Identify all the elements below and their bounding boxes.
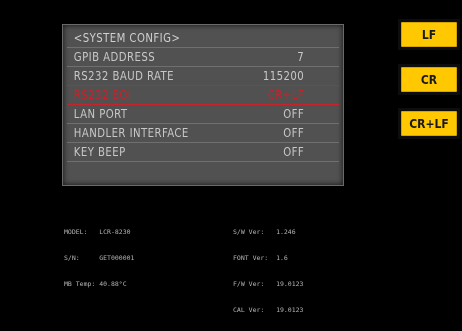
menu-row-label: GPIB ADDRESS [73,49,156,64]
serial-label: S/N: [64,253,80,262]
menu-row-label: RS232 BAUD RATE [73,68,175,83]
softkey-lf-button[interactable]: LF [401,22,457,47]
menu-row-lan-port[interactable]: LAN PORT OFF [63,105,315,122]
model-label: MODEL: [64,228,88,237]
menu-row-value: OFF [283,106,305,121]
menu-row-gpib-address[interactable]: GPIB ADDRESS 7 [63,48,315,65]
menu-row-value: 7 [297,49,305,64]
device-info-left: MODEL: LCR-8230 S/N: GET000001 MB Temp: … [64,211,134,306]
menu-row-label: LAN PORT [73,106,128,121]
menu-title: <SYSTEM CONFIG> [63,29,315,46]
sw-ver-value: 1.246 [276,228,296,237]
mb-temp-value: 40.88°C [99,279,127,288]
mb-temp-line: MB Temp: 40.88°C [64,280,134,289]
font-ver-value: 1.6 [276,253,288,262]
softkey-cr-button[interactable]: CR [401,67,457,92]
menu-row-key-beep[interactable]: KEY BEEP OFF [63,143,315,160]
cal-ver-label: CAL Ver: [233,305,265,314]
sw-ver-label: S/W Ver: [233,228,265,237]
menu-row-handler-interface[interactable]: HANDLER INTERFACE OFF [63,124,315,141]
serial-line: S/N: GET000001 [64,254,134,263]
menu-row-rs232-baud-rate[interactable]: RS232 BAUD RATE 115200 [63,67,315,84]
menu-row-rs232-eoi[interactable]: RS232 EOI CR+LF [63,86,315,103]
font-ver-label: FONT Ver: [233,253,269,262]
cal-ver-value: 19.0123 [276,305,304,314]
system-config-panel: <SYSTEM CONFIG> GPIB ADDRESS 7 RS232 BAU… [62,24,344,186]
softkey-crlf-button[interactable]: CR+LF [401,111,457,136]
fw-ver-value: 19.0123 [276,279,304,288]
model-line: MODEL: LCR-8230 [64,228,134,237]
menu-row-label: KEY BEEP [73,144,126,159]
menu-row-value: 115200 [262,68,305,83]
cal-ver-line: CAL Ver: 19.0123 [233,306,303,315]
main-screen: <SYSTEM CONFIG> GPIB ADDRESS 7 RS232 BAU… [0,0,391,314]
mb-temp-label: MB Temp: [64,279,96,288]
sw-ver-line: S/W Ver: 1.246 [233,228,303,237]
menu-title-label: <SYSTEM CONFIG> [73,30,181,45]
divider [67,161,339,162]
font-ver-line: FONT Ver: 1.6 [233,254,303,263]
device-info-right: S/W Ver: 1.246 FONT Ver: 1.6 F/W Ver: 19… [233,211,303,331]
menu-row-label: HANDLER INTERFACE [73,125,189,140]
menu-row-value: OFF [283,125,305,140]
menu-row-value: CR+LF [267,87,305,102]
model-value: LCR-8230 [99,228,131,237]
serial-value: GET000001 [99,253,135,262]
fw-ver-line: F/W Ver: 19.0123 [233,280,303,289]
fw-ver-label: F/W Ver: [233,279,265,288]
menu-row-label: RS232 EOI [73,87,132,102]
menu-row-value: OFF [283,144,305,159]
